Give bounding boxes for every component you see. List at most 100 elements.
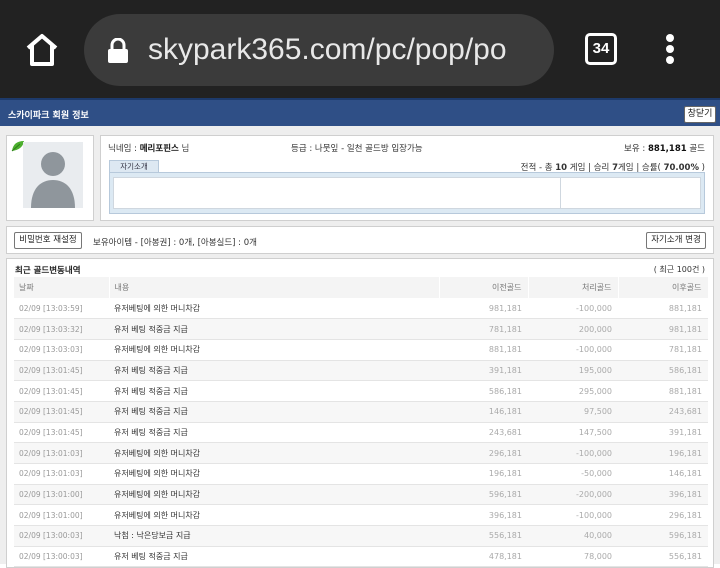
col-header-date: 날짜 — [14, 277, 110, 298]
row-change-gold: 147,500 — [528, 422, 618, 444]
row-content: 유저베팅에 의한 머니차감 — [109, 484, 439, 506]
row-content: 유저 베팅 적중금 지급 — [109, 380, 439, 402]
table-row: 02/09 [13:01:03] 유저베팅에 의한 머니차감 196,181 -50,… — [14, 463, 708, 485]
member-info-box: 닉네임 : 메리포핀스 님 등급 : 나뭇잎 - 일천 골드방 입장가능 보유 … — [100, 135, 714, 221]
row-date: 02/09 [13:01:45] — [14, 401, 109, 423]
table-row: 02/09 [13:01:00] 유저베팅에 의한 머니차감 396,181 -100… — [14, 504, 708, 527]
window-title-bar: 스카이파크 회원 정보 창닫기 — [0, 98, 720, 126]
row-prev-gold: 981,181 — [439, 298, 528, 320]
table-row: 02/09 [13:00:03] 낙첨 : 낙은당보금 지급 556,181 40,0… — [14, 525, 708, 547]
row-content: 유저베팅에 의한 머니차감 — [109, 339, 439, 361]
gold-holding: 보유 : 881,181 골드 — [624, 144, 705, 154]
row-change-gold: 97,500 — [528, 401, 618, 423]
row-prev-gold: 396,181 — [439, 504, 528, 527]
row-content: 유저 베팅 적중금 지급 — [109, 318, 439, 340]
table-row: 02/09 [13:01:45] 유저 베팅 적중금 지급 586,181 295,0… — [14, 380, 708, 402]
row-prev-gold: 556,181 — [439, 525, 528, 547]
more-menu-icon[interactable] — [664, 34, 676, 66]
row-change-gold: 200,000 — [528, 318, 618, 340]
table-row: 02/09 [13:01:45] 유저 베팅 적중금 지급 146,181 97,50… — [14, 401, 708, 423]
col-header-change-gold: 처리골드 — [528, 277, 619, 298]
gold-history-panel: 최근 골드변동내역 ( 최근 100건 ) 날짜 내용 이전골드 처리골드 이후… — [6, 258, 714, 568]
history-count: ( 최근 100건 ) — [653, 265, 705, 274]
nickname-line: 닉네임 : 메리포핀스 님 — [108, 144, 190, 154]
row-change-gold: 295,000 — [528, 380, 618, 402]
tab-switcher-button[interactable]: 34 — [585, 33, 617, 65]
row-content: 유저 베팅 적중금 지급 — [109, 401, 439, 423]
row-content: 유저 베팅 적중금 지급 — [109, 422, 439, 444]
self-intro-textarea[interactable] — [113, 177, 701, 209]
row-date: 02/09 [13:03:32] — [14, 318, 109, 340]
row-after-gold: 296,181 — [618, 504, 708, 527]
row-content: 유저 베팅 적중금 지급 — [109, 360, 439, 382]
row-change-gold: -100,000 — [528, 504, 618, 527]
row-prev-gold: 243,681 — [439, 422, 528, 444]
grade-text: 등급 : 나뭇잎 - 일천 골드방 입장가능 — [291, 144, 423, 154]
table-row: 02/09 [13:01:45] 유저 베팅 적중금 지급 243,681 147,5… — [14, 422, 708, 444]
col-header-content: 내용 — [109, 277, 440, 298]
row-after-gold: 881,181 — [618, 298, 708, 320]
row-content: 유저베팅에 의한 머니차감 — [109, 504, 439, 527]
row-prev-gold: 391,181 — [439, 360, 528, 382]
row-after-gold: 196,181 — [618, 442, 708, 464]
table-row: 02/09 [13:01:45] 유저 베팅 적중금 지급 391,181 195,0… — [14, 360, 708, 382]
row-date: 02/09 [13:00:03] — [14, 525, 109, 547]
table-header-row: 날짜 내용 이전골드 처리골드 이후골드 — [14, 277, 709, 298]
row-date: 02/09 [13:03:59] — [14, 298, 109, 320]
browser-toolbar: skypark365.com/pc/pop/po 34 — [0, 0, 720, 98]
row-date: 02/09 [13:01:45] — [14, 422, 109, 444]
close-window-button[interactable]: 창닫기 — [684, 106, 716, 123]
row-change-gold: -50,000 — [528, 463, 618, 485]
row-after-gold: 146,181 — [618, 463, 708, 485]
row-content: 낙첨 : 낙은당보금 지급 — [109, 525, 439, 547]
address-bar[interactable]: skypark365.com/pc/pop/po — [84, 14, 554, 86]
tab-self-intro[interactable]: 자기소개 — [109, 160, 159, 172]
nickname: 메리포핀스 — [139, 144, 179, 154]
row-prev-gold: 781,181 — [439, 318, 528, 340]
row-date: 02/09 [13:01:45] — [14, 360, 109, 382]
profile-photo-box — [6, 135, 94, 221]
row-date: 02/09 [13:01:45] — [14, 380, 109, 402]
reset-password-button[interactable]: 비밀번호 재설정 — [14, 232, 82, 249]
row-change-gold: 195,000 — [528, 360, 618, 382]
row-change-gold: 40,000 — [528, 525, 618, 547]
row-after-gold: 243,681 — [618, 401, 708, 423]
row-after-gold: 881,181 — [618, 380, 708, 402]
row-prev-gold: 586,181 — [439, 380, 528, 402]
table-row: 02/09 [13:01:03] 유저베팅에 의한 머니차감 296,181 -100… — [14, 442, 708, 464]
history-title: 최근 골드변동내역 — [15, 266, 81, 276]
col-header-prev-gold: 이전골드 — [439, 277, 529, 298]
row-prev-gold: 196,181 — [439, 463, 528, 485]
row-prev-gold: 881,181 — [439, 339, 528, 361]
account-toolbar: 비밀번호 재설정 보유아이템 - [아봉권] : 0개, [아봉실드] : 0개… — [6, 226, 714, 254]
row-content: 유저베팅에 의한 머니차감 — [109, 463, 439, 485]
row-date: 02/09 [13:01:03] — [14, 442, 109, 464]
row-change-gold: -100,000 — [528, 442, 618, 464]
url-text[interactable]: skypark365.com/pc/pop/po — [148, 33, 507, 67]
edit-intro-button[interactable]: 자기소개 변경 — [646, 232, 706, 249]
row-after-gold: 781,181 — [618, 339, 708, 361]
row-change-gold: -200,000 — [528, 484, 618, 506]
self-intro-panel — [109, 172, 705, 214]
table-row: 02/09 [13:03:32] 유저 베팅 적중금 지급 781,181 200,0… — [14, 318, 708, 340]
row-after-gold: 586,181 — [618, 360, 708, 382]
row-after-gold: 391,181 — [618, 422, 708, 444]
table-row: 02/09 [13:01:00] 유저베팅에 의한 머니차감 596,181 -200… — [14, 484, 708, 506]
history-rows: 02/09 [13:03:59] 유저베팅에 의한 머니차감 981,181 -100… — [14, 298, 708, 568]
page-content: 스카이파크 회원 정보 창닫기 닉네임 : 메리포핀스 님 등급 : 나뭇잎 -… — [0, 98, 720, 568]
avatar — [23, 142, 83, 208]
col-header-after-gold: 이후골드 — [618, 277, 709, 298]
row-prev-gold: 296,181 — [439, 442, 528, 464]
row-content: 유저베팅에 의한 머니차감 — [109, 442, 439, 464]
row-after-gold: 396,181 — [618, 484, 708, 506]
row-date: 02/09 [13:03:03] — [14, 339, 109, 361]
gold-history-table: 날짜 내용 이전골드 처리골드 이후골드 02/09 [13:03:59] 유저베… — [14, 277, 709, 568]
table-row: 02/09 [13:03:59] 유저베팅에 의한 머니차감 981,181 -100… — [14, 298, 708, 320]
row-content: 유저베팅에 의한 머니차감 — [109, 298, 439, 320]
row-change-gold: -100,000 — [528, 298, 618, 320]
home-icon[interactable] — [22, 30, 62, 70]
owned-items-text: 보유아이템 - [아봉권] : 0개, [아봉실드] : 0개 — [93, 238, 257, 248]
row-prev-gold: 596,181 — [439, 484, 528, 506]
table-row: 02/09 [13:03:03] 유저베팅에 의한 머니차감 881,181 -100… — [14, 339, 708, 361]
window-title: 스카이파크 회원 정보 — [8, 111, 89, 121]
